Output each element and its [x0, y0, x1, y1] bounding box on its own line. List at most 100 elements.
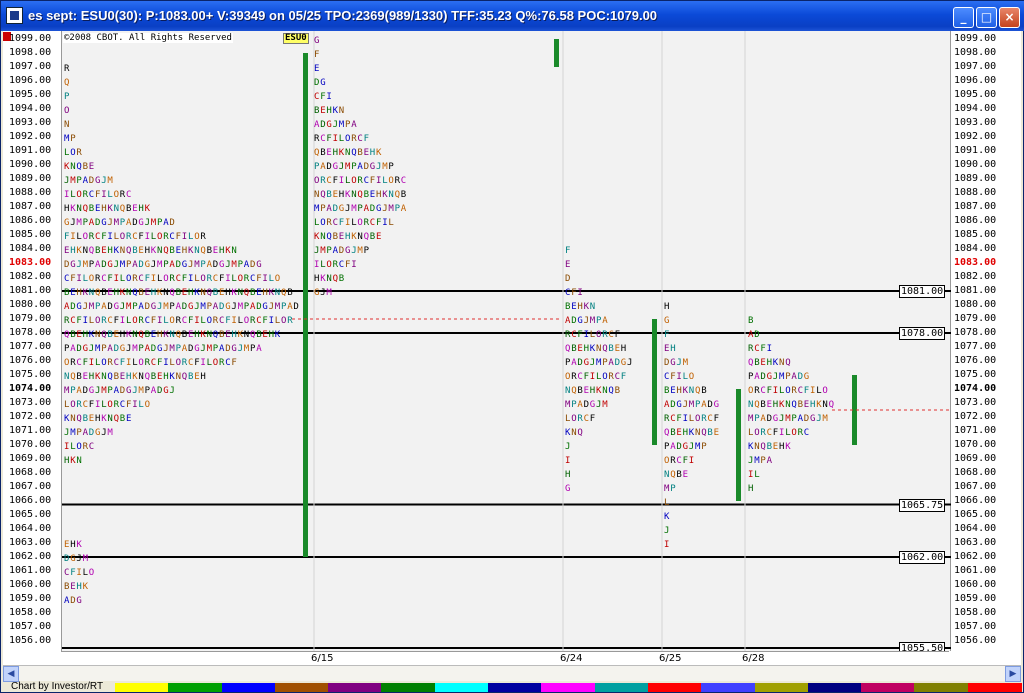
tpo-letter: E [364, 148, 369, 158]
tpo-letter: O [785, 386, 790, 396]
letter-color-swatch [381, 683, 436, 692]
tpo-letter: G [182, 260, 187, 270]
market-profile-chart[interactable]: RQPONMPLORKNQBEJMPADGJMILORCFILORCHKNQBE… [3, 31, 1021, 665]
tpo-letter: G [219, 260, 224, 270]
value-area-bar[interactable] [736, 389, 741, 501]
tpo-letter: G [320, 78, 325, 88]
close-button[interactable]: × [999, 7, 1020, 28]
tpo-letter: J [314, 246, 319, 256]
tpo-letter: K [785, 442, 791, 452]
price-label-left: 1099.00 [9, 33, 52, 44]
value-area-bar[interactable] [554, 39, 559, 67]
tpo-letter: G [163, 386, 168, 396]
tpo-letter: K [163, 330, 169, 340]
price-label-right: 1093.00 [954, 117, 997, 128]
value-area-bar[interactable] [652, 319, 657, 445]
tpo-letter: Q [754, 400, 759, 410]
price-label-right: 1061.00 [954, 565, 997, 576]
letter-color-swatch [541, 683, 596, 692]
tpo-letter: A [83, 176, 89, 186]
tpo-letter: G [157, 344, 162, 354]
tpo-letter: H [145, 246, 150, 256]
title-bar[interactable]: es sept: ESU0(30): P:1083.00+ V:39349 on… [1, 1, 1024, 31]
tpo-letter: G [231, 344, 236, 354]
tpo-letter: H [219, 246, 224, 256]
tpo-letter: I [773, 386, 778, 396]
tpo-profile[interactable]: FEDC F IB E H K NA D G J M P AR C F I L O R C FQ B E H K N Q B E HP A D… [565, 246, 632, 494]
scroll-left-arrow[interactable]: ◀ [3, 666, 19, 682]
horizontal-scrollbar[interactable]: ◀ ▶ [3, 665, 1021, 682]
tpo-letter: K [76, 246, 82, 256]
tpo-letter: R [182, 358, 188, 368]
tpo-letter: L [351, 218, 356, 228]
copyright-notice: ©2008 CBOT. All Rights Reserved [63, 33, 233, 43]
maximize-button[interactable]: □ [976, 7, 997, 28]
tpo-letter: Q [791, 400, 796, 410]
tpo-letter: B [401, 190, 406, 200]
tpo-letter: M [382, 162, 388, 172]
tpo-letter: G [83, 344, 88, 354]
tpo-letter: A [176, 302, 182, 312]
app-icon[interactable] [6, 7, 23, 24]
tpo-letter: H [810, 400, 815, 410]
price-label-right: 1076.00 [954, 355, 997, 366]
tpo-letter: R [207, 274, 213, 284]
value-area-bar[interactable] [303, 53, 308, 557]
tpo-letter: B [64, 288, 69, 298]
tpo-profile[interactable]: E H KD G J MC F I L OB E H KA D G [64, 540, 94, 606]
tpo-letter: J [157, 302, 162, 312]
tpo-letter: K [339, 148, 345, 158]
tpo-letter: R [701, 414, 707, 424]
tpo-letter: P [785, 372, 791, 382]
tpo-letter: E [577, 344, 582, 354]
tpo-letter: R [250, 316, 256, 326]
price-label-left: 1070.00 [9, 439, 52, 450]
tpo-letter: B [577, 386, 582, 396]
profile-plot-area[interactable]: RQPONMPLORKNQBEJMPADGJMILORCFILORCHKNQBE… [61, 31, 952, 651]
price-label-left: 1073.00 [9, 397, 52, 408]
tpo-letter: K [748, 442, 754, 452]
tpo-letter: R [351, 134, 357, 144]
tpo-letter: F [194, 358, 199, 368]
letter-color-swatch [328, 683, 383, 692]
tpo-profile[interactable]: HGFE HD G J MC F I L OB E H K N Q BA D G J M P A D GR C F I L O R C FQ… [664, 302, 719, 550]
tpo-letter: L [590, 330, 595, 340]
tpo-letter: M [590, 316, 596, 326]
tpo-letter: R [176, 316, 182, 326]
tpo-letter: B [571, 344, 576, 354]
tpo-letter: L [83, 274, 88, 284]
tpo-letter: H [262, 288, 267, 298]
tpo-letter: N [339, 106, 344, 116]
tpo-letter: H [76, 288, 81, 298]
tpo-profile[interactable]: BA DR C F IQ B E H K N QP A D G J M P A D GO R C F I L O R C F I L ON Q B… [748, 316, 834, 494]
tpo-letter: I [269, 316, 274, 326]
minimize-button[interactable]: _ [953, 7, 974, 28]
tpo-letter: R [357, 176, 363, 186]
tpo-letter: H [107, 246, 112, 256]
scroll-right-arrow[interactable]: ▶ [1005, 666, 1021, 682]
tpo-letter: H [773, 400, 778, 410]
price-label-right: 1067.00 [954, 481, 997, 492]
tpo-letter: K [773, 358, 779, 368]
tpo-letter: H [779, 442, 784, 452]
tpo-letter: P [107, 386, 113, 396]
tpo-letter: F [188, 316, 193, 326]
tpo-letter: H [676, 386, 681, 396]
tpo-profile[interactable]: RQPONM PL O RK N Q B EJ M P A D G J MI L O R C F I L O R CH K N Q B E… [64, 64, 299, 466]
tpo-letter: E [767, 400, 772, 410]
tpo-letter: N [95, 330, 100, 340]
tpo-letter: N [238, 288, 243, 298]
tpo-letter: D [83, 386, 88, 396]
tpo-letter: J [107, 218, 112, 228]
letter-color-swatch [914, 683, 969, 692]
tpo-letter: G [565, 484, 570, 494]
tpo-profile[interactable]: GFED GC F IB E H K NA D G J M P AR C F I L O R C FQ B E H K N Q B E H K… [314, 36, 407, 298]
price-label-right: 1062.00 [954, 551, 997, 562]
price-label-left: 1085.00 [9, 229, 52, 240]
tpo-letter: O [791, 428, 796, 438]
tpo-letter: J [70, 218, 75, 228]
tpo-letter: B [95, 246, 100, 256]
tpo-letter: H [194, 330, 199, 340]
tpo-letter: J [231, 302, 236, 312]
tpo-letter: P [571, 400, 577, 410]
